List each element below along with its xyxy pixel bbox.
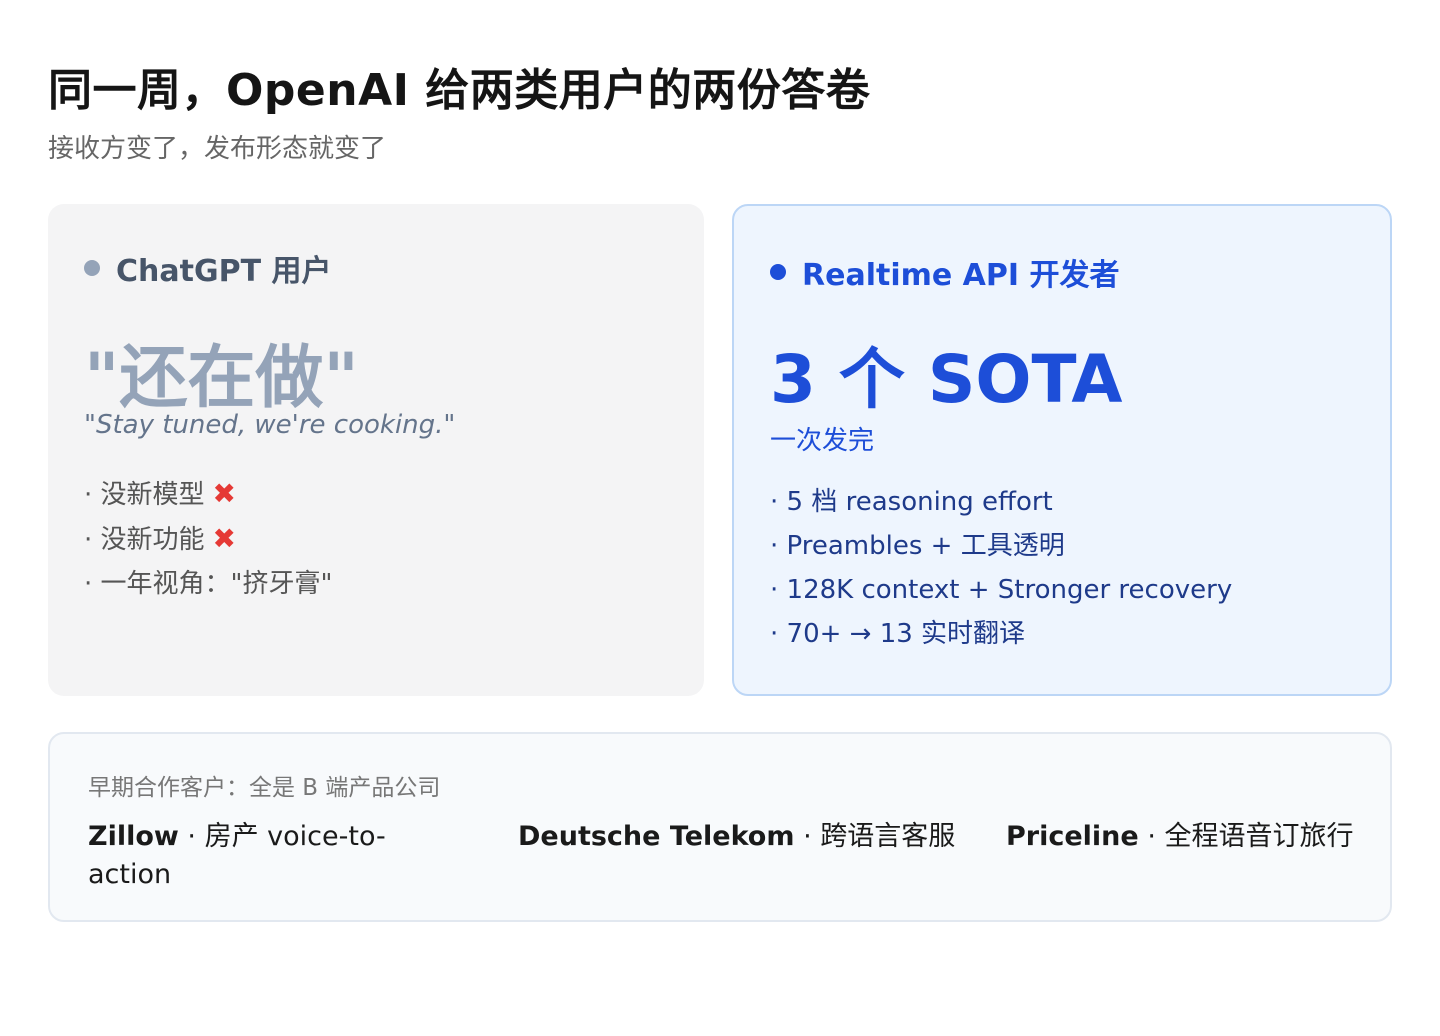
partners-label: 早期合作客户：全是 B 端产品公司	[88, 775, 441, 801]
list-item: · 没新模型 ✖	[84, 477, 236, 510]
card-label: Realtime API 开发者	[802, 258, 1120, 293]
list-item: · 70+ → 13 实时翻译	[770, 619, 1026, 649]
feature-list: · 5 档 reasoning effort · Preambles + 工具透…	[770, 480, 1232, 656]
big-quote: "还在做"	[84, 339, 359, 418]
page-title: 同一周，OpenAI 给两类用户的两份答卷	[48, 65, 871, 116]
list-item: · 没新功能 ✖	[84, 522, 236, 555]
list-item: · 128K context + Stronger recovery	[770, 575, 1233, 605]
partner-zillow: Zillow · 房产 voice-to-action	[88, 821, 386, 890]
headline-sub: 一次发完	[770, 426, 875, 456]
partners-panel: 早期合作客户：全是 B 端产品公司 Zillow · 房产 voice-to-a…	[48, 732, 1392, 922]
list-item: · Preambles + 工具透明	[770, 531, 1065, 561]
card-header: Realtime API 开发者	[770, 250, 1119, 294]
card-label: ChatGPT 用户	[116, 254, 332, 289]
bullet-dot-icon	[84, 260, 100, 276]
cross-mark-icon: ✖	[212, 477, 236, 510]
english-quote: "Stay tuned, we're cooking."	[84, 410, 456, 440]
chatgpt-users-card: ChatGPT 用户 "还在做" "Stay tuned, we're cook…	[48, 204, 704, 696]
realtime-api-card: Realtime API 开发者 3 个 SOTA 一次发完 · 5 档 rea…	[732, 204, 1392, 696]
partner-deutsche-telekom: Deutsche Telekom · 跨语言客服	[518, 821, 956, 852]
card-header: ChatGPT 用户	[84, 246, 331, 290]
partner-priceline: Priceline · 全程语音订旅行	[1006, 821, 1354, 852]
list-item: · 5 档 reasoning effort	[770, 487, 1053, 517]
page-subtitle: 接收方变了，发布形态就变了	[48, 134, 387, 164]
page: 同一周，OpenAI 给两类用户的两份答卷 接收方变了，发布形态就变了 Chat…	[0, 0, 1440, 1036]
bullet-dot-icon	[770, 264, 786, 280]
cross-mark-icon: ✖	[212, 522, 236, 555]
feature-list: · 没新模型 ✖ · 没新功能 ✖ · 一年视角："挤牙膏"	[84, 472, 332, 606]
headline: 3 个 SOTA	[770, 341, 1123, 418]
list-item: · 一年视角："挤牙膏"	[84, 569, 333, 599]
